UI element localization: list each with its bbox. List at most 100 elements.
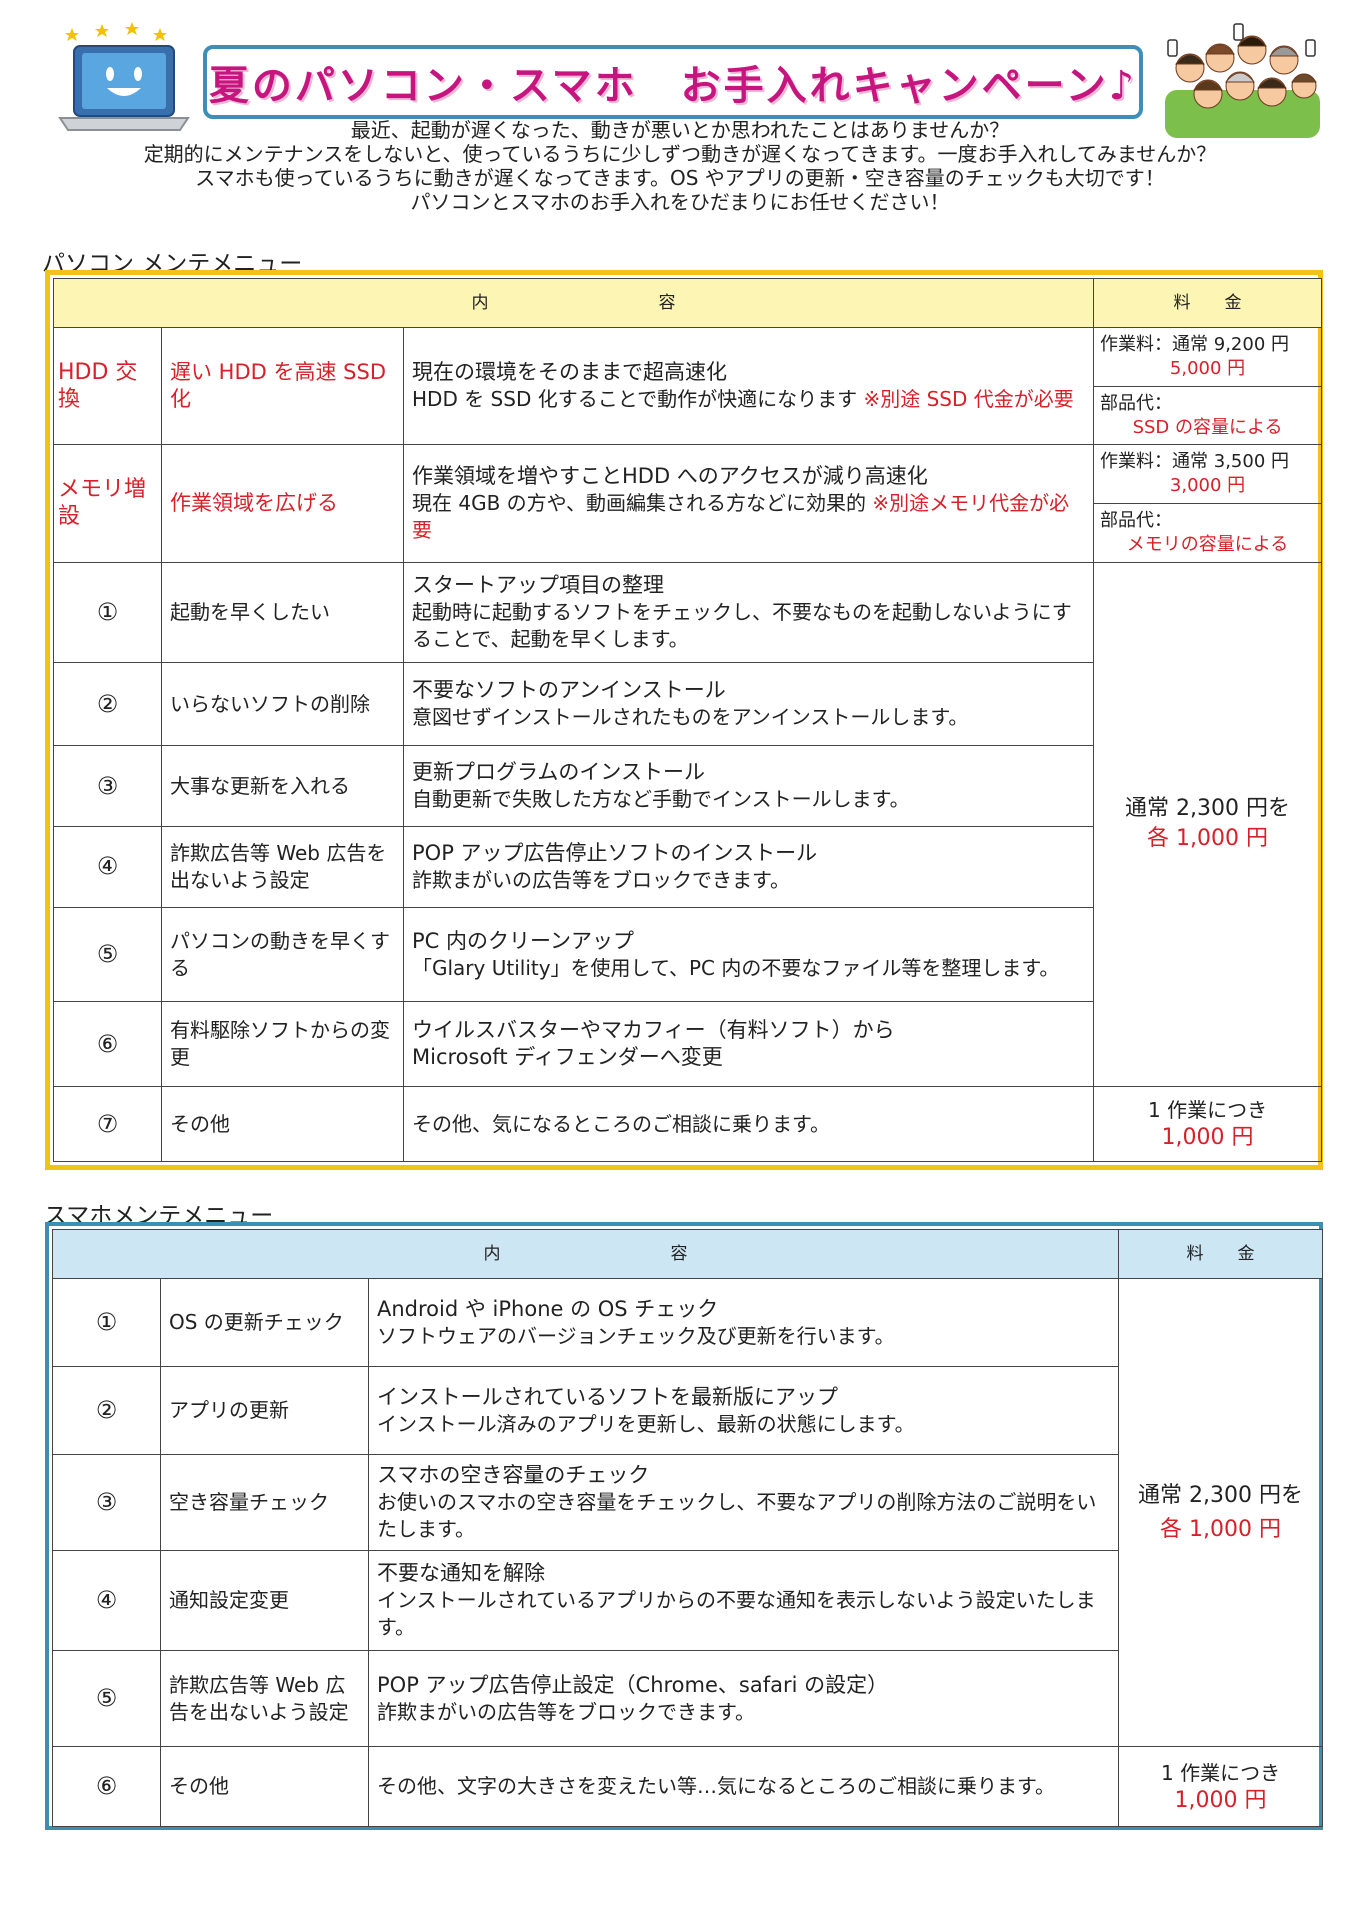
sale-price: 各 1,000 円 (1160, 1516, 1282, 1542)
work-price: 3,000 円 (1169, 475, 1246, 497)
item-title: POP アップ広告停止設定（Chrome、safari の設定） (377, 1672, 889, 1697)
price-header: 料 金 (1118, 1229, 1324, 1279)
item-desc-text: HDD を SSD 化することで動作が快適になります (412, 387, 858, 412)
table-row: ⑥ その他 その他、文字の大きさを変えたい等…気になるところのご相談に乗ります。… (52, 1746, 1324, 1827)
mem-work-price: 作業料：通常 3,500 円 3,000 円 (1093, 444, 1323, 504)
item-desc: 詐欺まがいの広告等をブロックできます。 (377, 1699, 755, 1724)
hdd-target: 遅い HDD を高速 SSD 化 (161, 327, 404, 446)
item-desc: 詐欺まがいの広告等をブロックできます。 (412, 867, 790, 892)
row-name: その他 (161, 1086, 404, 1162)
price-label: 1 作業につき (1147, 1098, 1268, 1123)
content-header: 内 容 (52, 277, 1095, 329)
row-desc: その他、文字の大きさを変えたい等…気になるところのご相談に乗ります。 (367, 1746, 1120, 1827)
table-row: メモリ増設 作業領域を広げる 作業領域を増やすことHDD へのアクセスが減り高速… (53, 444, 1323, 563)
item-title: 不要なソフトのアンインストール (412, 678, 726, 703)
row-desc: その他、気になるところのご相談に乗ります。 (402, 1086, 1095, 1162)
row-content: スタートアップ項目の整理 起動時に起動するソフトをチェックし、不要なものを起動しな… (402, 561, 1095, 664)
row-name: アプリの更新 (160, 1366, 369, 1455)
item-desc: インストールされているアプリからの不要な通知を表示しないよう設定いたします。 (377, 1588, 1096, 1639)
row-number: ⑥ (53, 1001, 162, 1088)
normal-price: 通常 2,300 円を (1125, 796, 1291, 822)
row-content: POP アップ広告停止ソフトのインストール 詐欺まがいの広告等をブロックできます。 (402, 825, 1095, 908)
row-number: ⑦ (53, 1086, 162, 1162)
item-title: 現在の環境をそのままで超高速化 (412, 360, 727, 385)
hdd-content: 現在の環境をそのままで超高速化 HDD を SSD 化することで動作が快適になり… (402, 327, 1095, 446)
row-number: ① (52, 1278, 161, 1367)
price-value: 1,000 円 (1161, 1125, 1254, 1151)
item-desc: 意図せずインストールされたものをアンインストールします。 (412, 705, 969, 730)
content-header: 内 容 (51, 1229, 1120, 1279)
row-number: ⑤ (53, 906, 162, 1003)
item-desc: Microsoft ディフェンダーへ変更 (412, 1045, 723, 1070)
row-number: ④ (53, 825, 162, 908)
item-desc-text: 現在 4GB の方や、動画編集される方などに効果的 (412, 490, 867, 515)
intro-text: 最近、起動が遅くなった、動きが悪いとか思われたことはありませんか？ 定期的にメン… (40, 118, 1320, 214)
item-desc: インストール済みのアプリを更新し、最新の状態にします。 (377, 1411, 915, 1436)
pc-menu-table: 内 容 料 金 HDD 交換 遅い HDD を高速 SSD 化 現在の環境をその… (52, 277, 1323, 1162)
sp-group-price: 通常 2,300 円を 各 1,000 円 (1118, 1278, 1324, 1747)
campaign-title-banner: 夏のパソコン・スマホ お手入れキャンペーン♪ (203, 45, 1143, 119)
item-title: 更新プログラムのインストール (412, 760, 705, 784)
work-label: 作業料：通常 3,500 円 (1100, 451, 1290, 473)
row-content: ウイルスバスターやマカフィー（有料ソフト）から Microsoft ディフェンダー… (402, 1001, 1095, 1088)
row-content: 不要なソフトのアンインストール 意図せずインストールされたものをアンインストールし… (402, 662, 1095, 747)
price-header: 料 金 (1093, 277, 1323, 329)
row-name: 詐欺広告等 Web 広告を出ないよう設定 (160, 1650, 369, 1747)
item-desc: 自動更新で失敗した方など手動でインストールします。 (412, 787, 910, 811)
pc-menu-frame: 内 容 料 金 HDD 交換 遅い HDD を高速 SSD 化 現在の環境をその… (45, 270, 1323, 1170)
item-desc: ソフトウェアのバージョンチェック及び更新を行います。 (377, 1323, 895, 1348)
row-name: OS の更新チェック (160, 1278, 369, 1367)
row-name: 有料駆除ソフトからの変更 (161, 1001, 404, 1088)
hdd-name: HDD 交換 (53, 327, 162, 446)
row-content: スマホの空き容量のチェックお使いのスマホの空き容量をチェックし、不要なアプリの削… (367, 1454, 1120, 1551)
item-desc: お使いのスマホの空き容量をチェックし、不要なアプリの削除方法のご説明をいたします… (377, 1490, 1097, 1541)
table-row: ① OS の更新チェック Android や iPhone の OS チェックソ… (52, 1278, 1324, 1747)
mem-target: 作業領域を広げる (161, 444, 404, 563)
item-note: ※別途 SSD 代金が必要 (863, 387, 1074, 412)
sp-menu-table: 内 容 料 金 ① OS の更新チェック Android や iPhone の … (51, 1229, 1324, 1827)
item-desc: 起動時に起動するソフトをチェックし、不要なものを起動しないようにすることで、起動… (412, 599, 1072, 651)
row-number: ⑥ (52, 1746, 161, 1827)
parts-price: メモリの容量による (1126, 533, 1289, 555)
intro-line: パソコンとスマホのお手入れをひだまりにお任せください！ (410, 190, 950, 214)
row-content: インストールされているソフトを最新版にアップ インストール済みのアプリを更新し、最… (367, 1366, 1120, 1455)
sparkle-icon (65, 22, 167, 41)
sale-price: 各 1,000 円 (1147, 826, 1269, 852)
pc-table-header: 内 容 料 金 (52, 277, 1323, 329)
row-name: パソコンの動きを早くする (161, 906, 404, 1003)
item-title: 作業領域を増やすことHDD へのアクセスが減り高速化 (412, 463, 928, 488)
parts-label: 部品代： (1100, 392, 1173, 414)
item-desc: HDD を SSD 化することで動作が快適になります ※別途 SSD 代金が必要 (412, 386, 1085, 413)
pc-other-price: 1 作業につき 1,000 円 (1093, 1086, 1323, 1162)
normal-price: 通常 2,300 円を (1138, 1482, 1304, 1508)
item-title: ウイルスバスターやマカフィー（有料ソフト）から (412, 1018, 895, 1043)
mem-content: 作業領域を増やすことHDD へのアクセスが減り高速化 現在 4GB の方や、動画… (402, 444, 1095, 563)
item-title: スタートアップ項目の整理 (412, 572, 664, 597)
item-desc: 「Glary Utility」を使用して、PC 内の不要なファイル等を整理します… (412, 955, 1060, 980)
hdd-work-price: 作業料：通常 9,200 円 5,000 円 (1093, 327, 1323, 387)
work-label: 作業料：通常 9,200 円 (1100, 334, 1290, 356)
page-title: 夏のパソコン・スマホ お手入れキャンペーン♪ (208, 63, 1138, 109)
row-name: 起動を早くしたい (161, 561, 404, 664)
item-title: インストールされているソフトを最新版にアップ (377, 1384, 838, 1409)
row-name: その他 (160, 1746, 369, 1827)
intro-line: 定期的にメンテナンスをしないと、使っているうちに少しずつ動きが遅くなってきます。… (143, 142, 1217, 166)
row-content: 不要な通知を解除インストールされているアプリからの不要な通知を表示しないよう設定… (367, 1550, 1120, 1651)
row-name: 大事な更新を入れる (161, 745, 404, 827)
mem-parts-price: 部品代： メモリの容量による (1093, 502, 1323, 563)
row-number: ② (53, 662, 162, 747)
row-content: PC 内のクリーンアップ 「Glary Utility」を使用して、PC 内の不要… (402, 906, 1095, 1003)
sp-menu-frame: 内 容 料 金 ① OS の更新チェック Android や iPhone の … (45, 1222, 1324, 1830)
item-title: スマホの空き容量のチェック (377, 1463, 650, 1487)
intro-line: スマホも使っているうちに動きが遅くなってきます。OS やアプリの更新・空き容量の… (195, 166, 1165, 190)
parts-price: SSD の容量による (1132, 416, 1283, 438)
item-title: 不要な通知を解除 (377, 1561, 545, 1585)
hdd-parts-price: 部品代： SSD の容量による (1093, 385, 1323, 446)
table-row: ① 起動を早くしたい スタートアップ項目の整理 起動時に起動するソフトをチェックし… (53, 561, 1323, 1088)
item-title: Android や iPhone の OS チェック (377, 1296, 719, 1321)
sp-other-price: 1 作業につき 1,000 円 (1118, 1746, 1324, 1827)
parts-label: 部品代： (1100, 509, 1173, 531)
row-name: いらないソフトの削除 (161, 662, 404, 747)
work-price: 5,000 円 (1169, 358, 1246, 380)
row-name: 詐欺広告等 Web 広告を出ないよう設定 (161, 825, 404, 908)
